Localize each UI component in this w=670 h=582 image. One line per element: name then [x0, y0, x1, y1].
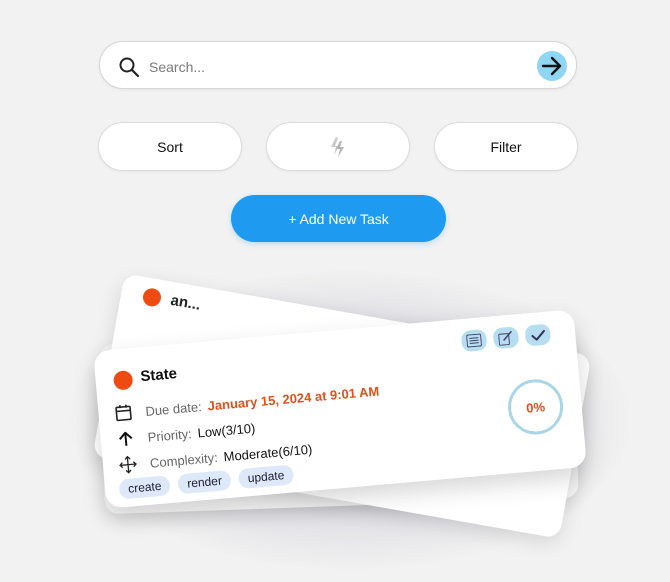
- priority-label: Priority:: [147, 425, 193, 445]
- sort-button[interactable]: Sort: [98, 122, 242, 171]
- tag-chip[interactable]: update: [237, 464, 295, 490]
- complexity-value: Moderate(6/10): [222, 441, 313, 464]
- search-bar: [99, 41, 577, 89]
- lightning-icon: [331, 136, 344, 157]
- status-dot: [112, 369, 134, 391]
- add-new-task-label: + Add New Task: [288, 210, 389, 227]
- quick-action-button[interactable]: [266, 122, 410, 171]
- filter-button[interactable]: Filter: [434, 122, 578, 171]
- progress-value: 0%: [525, 398, 546, 416]
- due-date-value: January 15, 2024 at 9:01 AM: [206, 383, 380, 414]
- task-title: State: [139, 365, 178, 386]
- complexity-label: Complexity:: [149, 449, 219, 471]
- sort-button-label: Sort: [157, 138, 183, 155]
- arrow-up-icon: [119, 431, 133, 446]
- edit-button[interactable]: [492, 326, 520, 350]
- search-submit-button[interactable]: [537, 51, 567, 81]
- status-dot: [141, 286, 163, 308]
- tag-chip[interactable]: render: [177, 469, 232, 495]
- stacked-card-title: an...: [169, 291, 202, 314]
- complete-button[interactable]: [524, 323, 552, 347]
- details-button[interactable]: [460, 329, 488, 353]
- move-arrows-icon: [119, 455, 137, 474]
- filter-button-label: Filter: [490, 138, 522, 155]
- search-input[interactable]: [147, 51, 531, 83]
- check-icon: [530, 329, 545, 341]
- arrow-right-icon: [541, 56, 562, 76]
- tag-chip[interactable]: create: [118, 475, 172, 500]
- search-icon: [119, 57, 140, 78]
- add-new-task-button[interactable]: + Add New Task: [231, 195, 446, 242]
- due-date-label: Due date:: [144, 398, 203, 419]
- edit-icon: [498, 330, 512, 346]
- priority-value: Low(3/10): [196, 419, 256, 440]
- calendar-icon: [115, 404, 132, 422]
- list-icon: [466, 333, 482, 348]
